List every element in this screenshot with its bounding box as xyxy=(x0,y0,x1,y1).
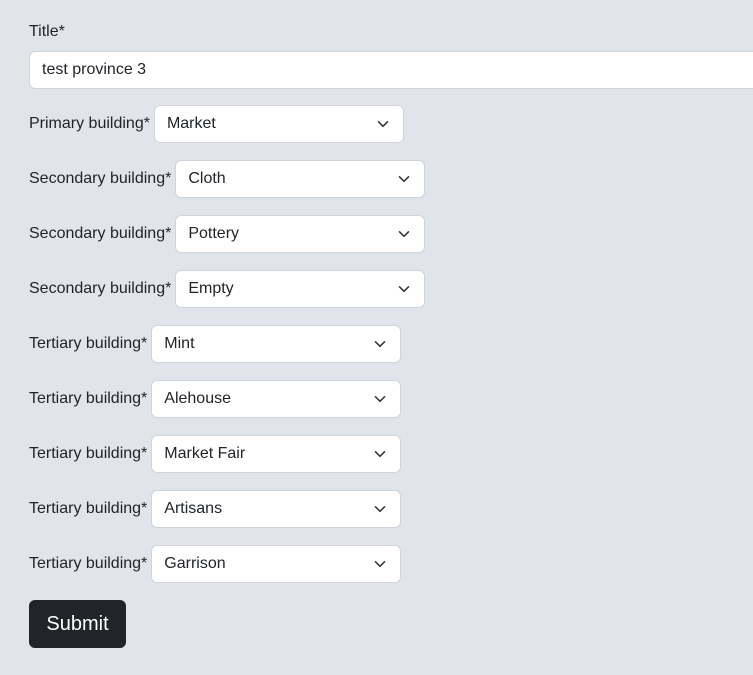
tertiary-building-row-3: Tertiary building* Market Fair xyxy=(29,435,402,473)
title-label: Title* xyxy=(29,23,65,40)
select-value: Market xyxy=(166,115,216,132)
tertiary-building-label: Tertiary building* xyxy=(29,335,148,352)
select-value: Market Fair xyxy=(164,445,246,462)
chevron-down-icon xyxy=(374,561,386,568)
chevron-down-icon xyxy=(399,231,410,238)
tertiary-building-select-4[interactable]: Artisans xyxy=(151,490,402,528)
tertiary-building-label: Tertiary building* xyxy=(29,555,148,572)
tertiary-building-select-3[interactable]: Market Fair xyxy=(151,435,402,473)
secondary-building-select-3[interactable]: Empty xyxy=(175,270,426,308)
chevron-down-icon xyxy=(374,341,386,348)
submit-button[interactable]: Submit xyxy=(29,600,126,648)
tertiary-building-row-4: Tertiary building* Artisans xyxy=(29,490,402,528)
tertiary-building-row-1: Tertiary building* Mint xyxy=(29,325,402,363)
select-value: Artisans xyxy=(164,500,223,517)
chevron-down-icon xyxy=(374,396,386,403)
chevron-down-icon xyxy=(399,176,410,183)
select-value: Garrison xyxy=(164,555,226,572)
primary-building-row: Primary building* Market xyxy=(29,105,404,143)
secondary-building-row-3: Secondary building* Empty xyxy=(29,270,426,308)
tertiary-building-label: Tertiary building* xyxy=(29,445,148,462)
select-value: Cloth xyxy=(188,170,226,187)
select-value: Pottery xyxy=(188,225,240,242)
tertiary-building-select-1[interactable]: Mint xyxy=(151,325,402,363)
chevron-down-icon xyxy=(374,506,386,513)
title-input[interactable]: test province 3 xyxy=(29,51,753,89)
secondary-building-select-1[interactable]: Cloth xyxy=(175,160,426,198)
secondary-building-label: Secondary building* xyxy=(29,280,172,297)
tertiary-building-row-2: Tertiary building* Alehouse xyxy=(29,380,402,418)
tertiary-building-row-5: Tertiary building* Garrison xyxy=(29,545,402,583)
tertiary-building-select-2[interactable]: Alehouse xyxy=(151,380,402,418)
secondary-building-select-2[interactable]: Pottery xyxy=(175,215,426,253)
tertiary-building-label: Tertiary building* xyxy=(29,390,148,407)
select-value: Mint xyxy=(164,335,195,352)
primary-building-label: Primary building* xyxy=(29,115,150,132)
tertiary-building-label: Tertiary building* xyxy=(29,500,148,517)
chevron-down-icon xyxy=(399,286,410,293)
primary-building-select[interactable]: Market xyxy=(153,105,404,143)
chevron-down-icon xyxy=(377,121,389,128)
tertiary-building-select-5[interactable]: Garrison xyxy=(151,545,402,583)
secondary-building-label: Secondary building* xyxy=(29,225,172,242)
select-value: Alehouse xyxy=(164,390,231,407)
select-value: Empty xyxy=(188,280,234,297)
chevron-down-icon xyxy=(374,451,386,458)
secondary-building-label: Secondary building* xyxy=(29,170,172,187)
secondary-building-row-2: Secondary building* Pottery xyxy=(29,215,426,253)
secondary-building-row-1: Secondary building* Cloth xyxy=(29,160,426,198)
